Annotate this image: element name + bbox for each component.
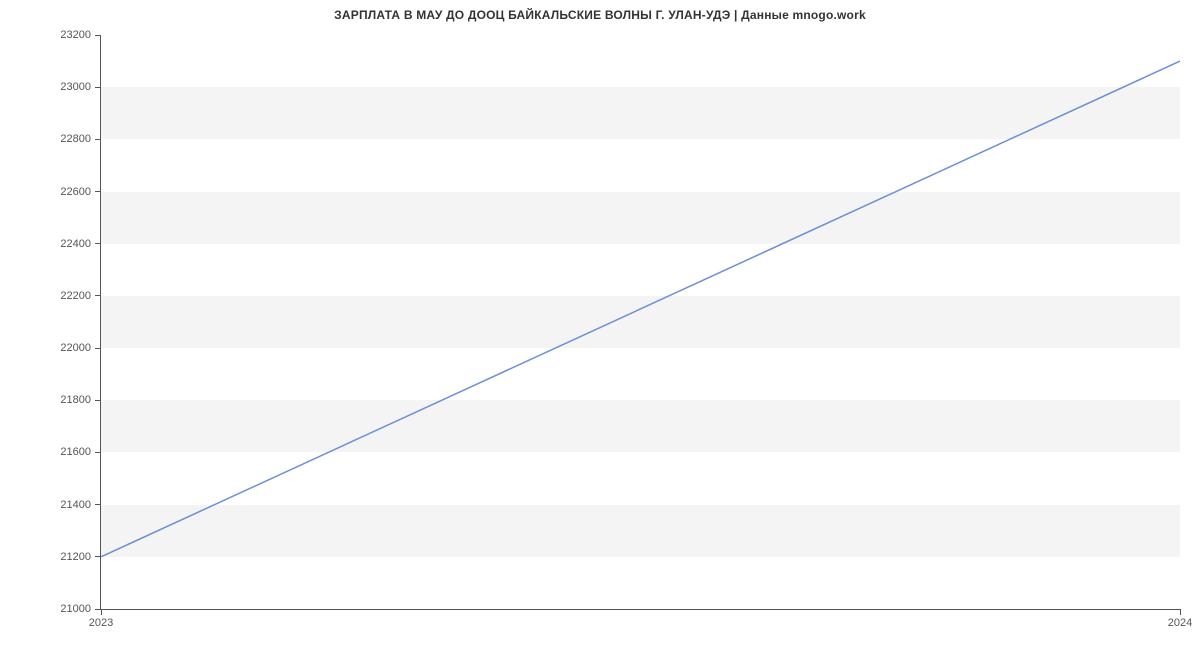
y-tick-label: 21200 [60,551,91,563]
y-tick-label: 22800 [60,133,91,145]
chart-title: ЗАРПЛАТА В МАУ ДО ДООЦ БАЙКАЛЬСКИЕ ВОЛНЫ… [0,8,1200,22]
y-tick-label: 21400 [60,499,91,511]
y-tick [95,87,101,88]
y-tick [95,504,101,505]
y-tick [95,348,101,349]
y-tick-label: 22600 [60,186,91,198]
y-tick-label: 21600 [60,446,91,458]
y-tick [95,191,101,192]
y-tick-label: 21000 [60,603,91,615]
y-tick [95,35,101,36]
chart-container: ЗАРПЛАТА В МАУ ДО ДООЦ БАЙКАЛЬСКИЕ ВОЛНЫ… [0,0,1200,650]
x-tick-label: 2023 [89,617,113,629]
y-tick-label: 21800 [60,394,91,406]
y-tick-label: 22400 [60,238,91,250]
x-tick-label: 2024 [1168,617,1192,629]
x-tick [101,609,102,615]
y-tick [95,139,101,140]
y-tick-label: 23000 [60,81,91,93]
y-tick [95,400,101,401]
y-tick [95,452,101,453]
y-tick [95,243,101,244]
y-tick [95,556,101,557]
y-tick-label: 22200 [60,290,91,302]
y-tick-label: 22000 [60,342,91,354]
line-series [101,35,1180,609]
x-tick [1180,609,1181,615]
y-tick-label: 23200 [60,29,91,41]
data-line [101,61,1180,557]
y-tick [95,295,101,296]
plot-area: 2100021200214002160021800220002220022400… [100,35,1180,610]
